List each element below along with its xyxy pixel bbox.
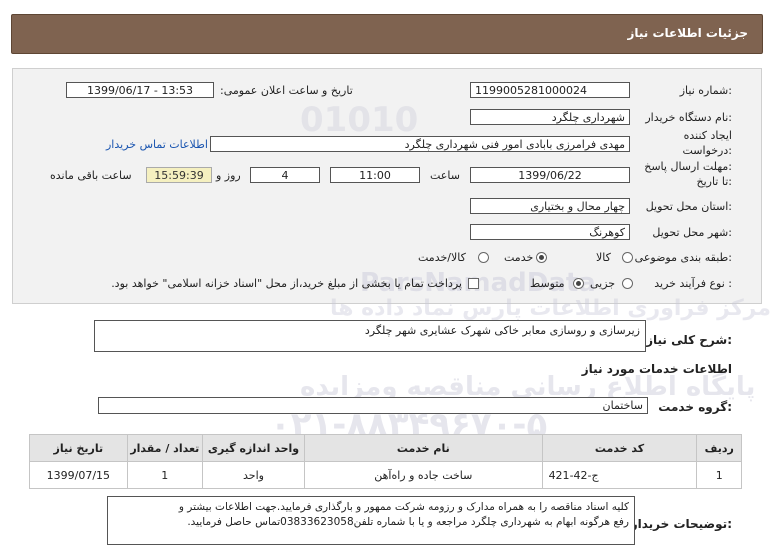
- days-label: روز و: [216, 169, 241, 182]
- watermark-code: 01010: [300, 100, 419, 140]
- deadline-label-2: تا تاریخ:: [696, 175, 732, 188]
- services-section-title: اطلاعات خدمات مورد نیاز: [581, 362, 732, 376]
- need-number-label: شماره نیاز:: [679, 84, 732, 97]
- summary-text: زیرسازی و روسازی معابر خاکی شهرک عشایری …: [364, 324, 640, 337]
- buyer-notes-box: کلیه اسناد مناقصه را به همراه مدارک و رز…: [107, 496, 635, 545]
- province-field: چهار محال و بختیاری: [470, 198, 630, 214]
- buyer-field: شهرداری چلگرد: [470, 109, 630, 125]
- buyer-contact-link[interactable]: اطلاعات تماس خریدار: [106, 138, 208, 151]
- creator-field: مهدی فرامرزی بابادی امور فنی شهرداری چلگ…: [210, 136, 630, 152]
- process-option-minor: جزیی: [590, 277, 616, 290]
- category-option-goods: کالا: [596, 251, 611, 264]
- cell-service-code: ج-42-421: [541, 461, 698, 489]
- creator-label-2: درخواست:: [682, 144, 733, 157]
- treasury-checkbox[interactable]: [468, 278, 479, 289]
- cell-row: 1: [696, 461, 742, 489]
- days-remaining-field: 4: [250, 167, 320, 183]
- services-table: تاریخ نیاز تعداد / مقدار واحد اندازه گیر…: [29, 434, 742, 489]
- buyer-notes-label: توضیحات خریدار:: [630, 517, 732, 531]
- category-radio-goods[interactable]: [622, 252, 633, 263]
- province-label: استان محل تحویل:: [645, 200, 732, 213]
- deadline-time-field: 11:00: [330, 167, 420, 183]
- need-number-field: 1199005281000024: [470, 82, 630, 98]
- summary-label: شرح کلی نیاز:: [646, 333, 732, 347]
- cell-service-name: ساخت جاده و راه‌آهن: [304, 461, 543, 489]
- buyer-notes-line2: رفع هرگونه ابهام به شهرداری چلگرد مراجعه…: [187, 516, 629, 528]
- col-service-name: نام خدمت: [304, 434, 543, 462]
- col-need-date: تاریخ نیاز: [29, 434, 128, 462]
- col-row: ردیف: [696, 434, 742, 462]
- col-service-code: کد خدمت: [541, 434, 698, 462]
- remaining-time-field: 15:59:39: [146, 167, 212, 183]
- category-option-service: خدمت: [504, 251, 534, 264]
- process-label: نوع فرآیند خرید :: [654, 277, 732, 290]
- category-option-both: کالا/خدمت: [418, 251, 466, 264]
- process-option-medium: متوسط: [530, 277, 565, 290]
- cell-quantity: 1: [126, 461, 203, 489]
- process-radio-medium[interactable]: [573, 278, 584, 289]
- table-row: 1399/07/15 1 واحد ساخت جاده و راه‌آهن ج-…: [29, 461, 742, 489]
- cell-need-date: 1399/07/15: [29, 461, 128, 489]
- deadline-time-label: ساعت: [430, 169, 460, 182]
- table-header-row: تاریخ نیاز تعداد / مقدار واحد اندازه گیر…: [29, 434, 742, 462]
- announce-label: تاریخ و ساعت اعلان عمومی:: [220, 84, 353, 97]
- deadline-label-1: مهلت ارسال پاسخ:: [644, 160, 732, 173]
- city-field: کوهرنگ: [470, 224, 630, 240]
- service-group-field: ساختمان: [98, 397, 648, 414]
- remaining-label: ساعت باقی مانده: [50, 169, 132, 182]
- col-unit: واحد اندازه گیری: [201, 434, 306, 462]
- category-radio-both[interactable]: [478, 252, 489, 263]
- category-label: طبقه بندی موضوعی:: [634, 251, 732, 264]
- cell-unit: واحد: [201, 461, 306, 489]
- city-label: شهر محل تحویل:: [652, 226, 732, 239]
- page-header: جزئیات اطلاعات نیاز: [11, 14, 763, 54]
- service-group-label: گروه خدمت:: [658, 400, 732, 414]
- buyer-notes-line1: کلیه اسناد مناقصه را به همراه مدارک و رز…: [178, 501, 629, 513]
- page-title: جزئیات اطلاعات نیاز: [627, 26, 748, 40]
- summary-box: زیرسازی و روسازی معابر خاکی شهرک عشایری …: [94, 320, 646, 352]
- creator-label-1: ایجاد کننده: [683, 129, 732, 142]
- process-radio-minor[interactable]: [622, 278, 633, 289]
- announce-field: 1399/06/17 - 13:53: [66, 82, 214, 98]
- category-radio-service[interactable]: [536, 252, 547, 263]
- payment-note: پرداخت تمام یا بخشی از مبلغ خرید،از محل …: [111, 277, 462, 290]
- watermark-line1: مرکز فراوری اطلاعات پارس نماد داده ها: [330, 296, 770, 321]
- col-quantity: تعداد / مقدار: [126, 434, 203, 462]
- buyer-label: نام دستگاه خریدار:: [645, 111, 732, 124]
- deadline-date-field: 1399/06/22: [470, 167, 630, 183]
